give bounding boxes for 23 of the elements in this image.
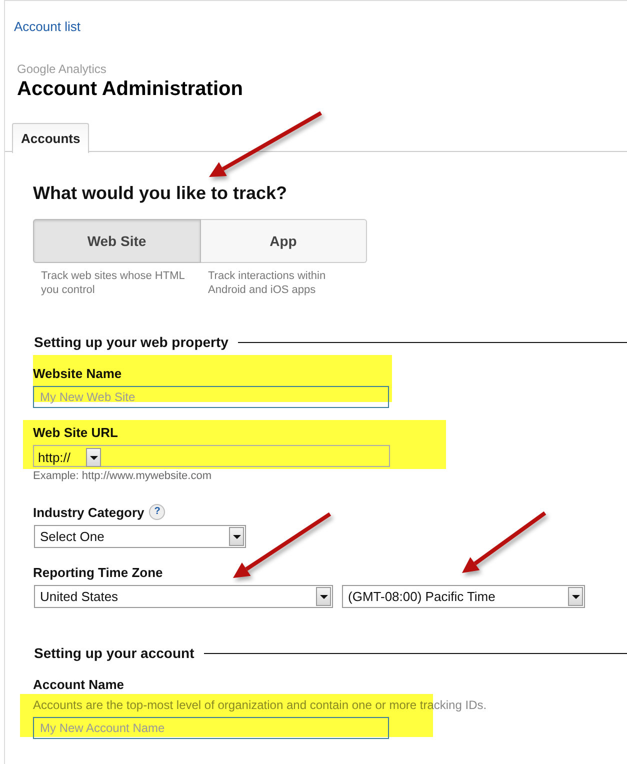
dropdown[interactable]: Select One bbox=[34, 525, 246, 548]
field-label: Reporting Time Zone bbox=[33, 564, 163, 580]
caret-icon bbox=[320, 594, 328, 598]
field-label: Web Site URL bbox=[33, 424, 118, 440]
account-list-link[interactable]: Account list bbox=[14, 19, 80, 34]
help-icon[interactable]: ? bbox=[149, 504, 166, 520]
tab[interactable]: Accounts bbox=[12, 123, 90, 153]
field-label: Website Name bbox=[33, 366, 122, 380]
option-description: Track interactions within Android and iOS apps bbox=[207, 269, 327, 297]
text-input[interactable]: My New Account Name bbox=[33, 717, 389, 739]
caret-icon bbox=[232, 534, 240, 538]
section-heading: What would you like to track? bbox=[33, 182, 288, 204]
option-description: Track web sites whose HTML you control bbox=[40, 269, 186, 297]
page-title: Account Administration bbox=[17, 77, 244, 101]
section-heading: Setting up your account bbox=[33, 645, 194, 661]
field-label: Account Name bbox=[33, 676, 124, 692]
section-heading: Setting up your web property bbox=[33, 334, 228, 350]
field-label: Industry Category bbox=[33, 504, 144, 520]
field-hint: Example: http://www.mywebsite.com bbox=[33, 470, 213, 482]
app-name: Google Analytics bbox=[17, 62, 108, 76]
text-input[interactable]: My New Web Site bbox=[33, 386, 389, 408]
caret-icon bbox=[572, 594, 580, 598]
toggle-option[interactable]: App bbox=[200, 219, 367, 263]
